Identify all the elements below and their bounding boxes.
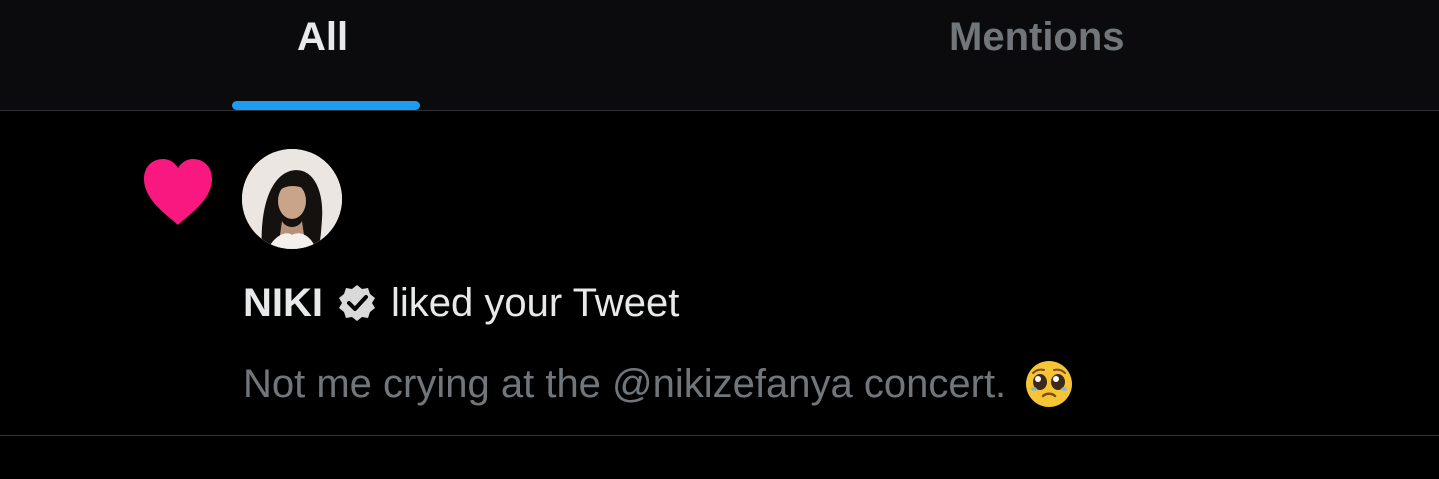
tab-active-indicator: [232, 101, 420, 110]
like-notification[interactable]: NIKI liked your Tweet Not me crying at t…: [0, 111, 1439, 436]
notification-action-text: liked your Tweet: [391, 281, 680, 325]
heart-icon: [144, 159, 212, 225]
verified-badge-icon: [339, 285, 375, 321]
tweet-preview-text: Not me crying at the @nikizefanya concer…: [243, 362, 1007, 406]
pleading-face-emoji-icon: [1026, 361, 1073, 407]
tab-all-label: All: [297, 15, 349, 59]
avatar[interactable]: [242, 149, 342, 249]
tab-mentions[interactable]: Mentions: [700, 0, 1400, 110]
user-name[interactable]: NIKI: [243, 279, 323, 327]
avatar-portrait-image: [242, 149, 342, 249]
tab-all[interactable]: All: [0, 0, 650, 110]
notifications-tab-bar: All Mentions: [0, 0, 1439, 111]
notification-summary: NIKI liked your Tweet: [243, 279, 679, 327]
tab-mentions-label: Mentions: [949, 15, 1125, 59]
tweet-preview[interactable]: Not me crying at the @nikizefanya concer…: [243, 359, 1074, 409]
